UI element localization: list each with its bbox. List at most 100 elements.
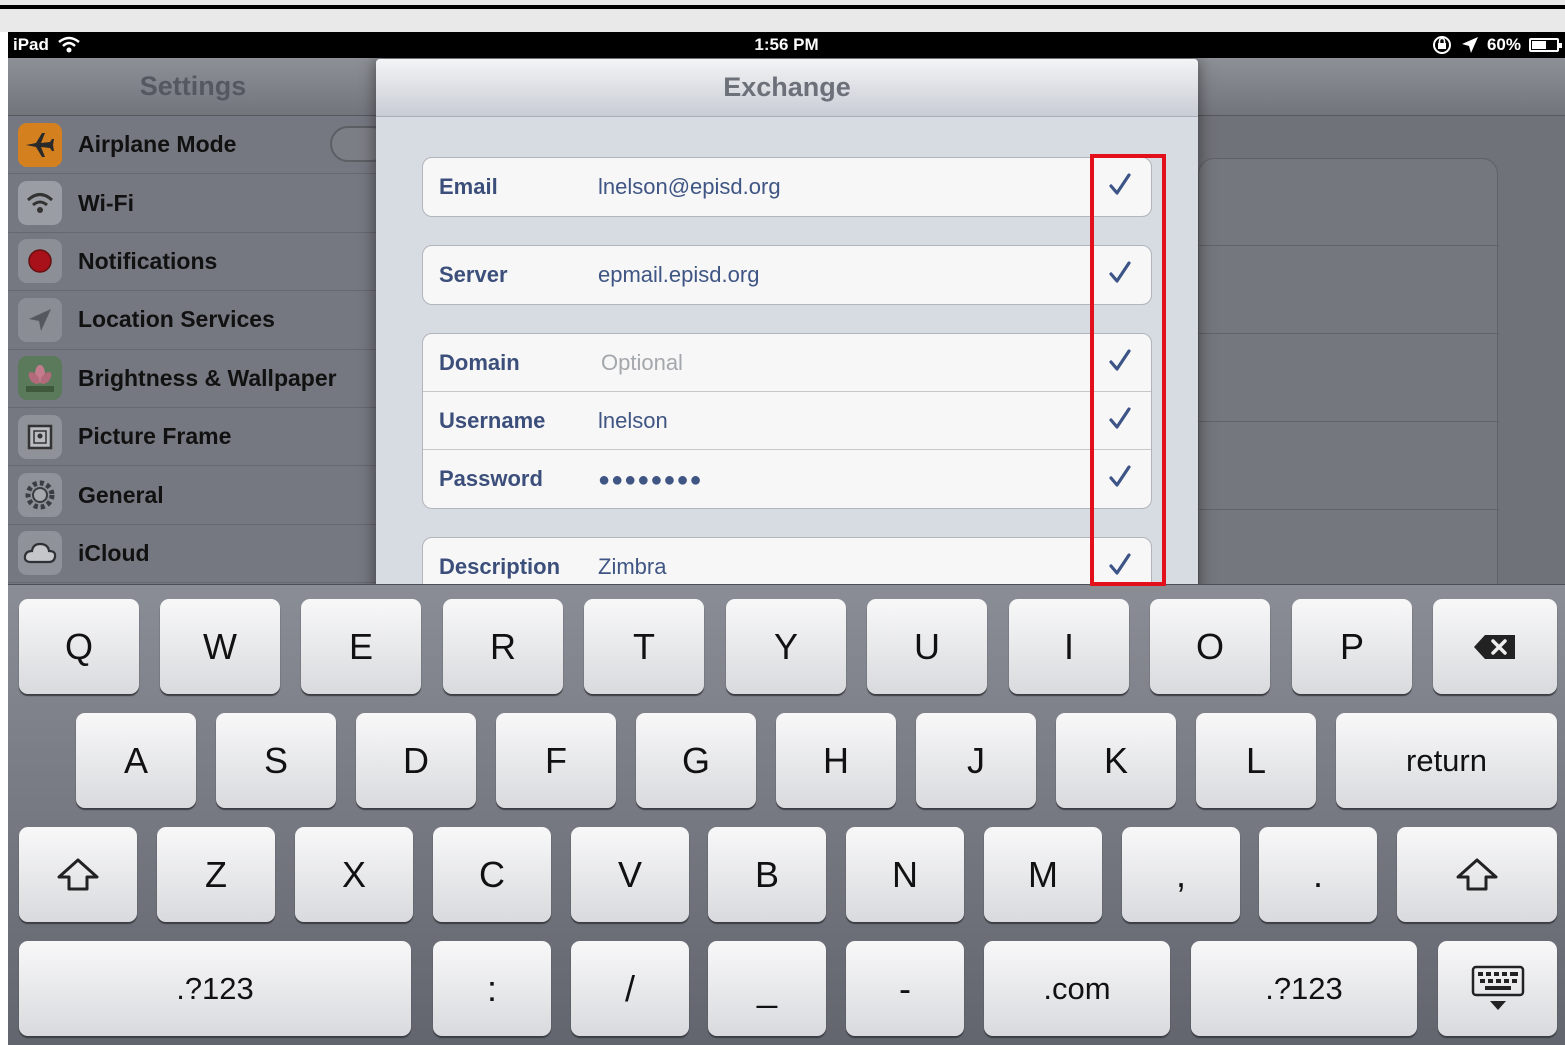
settings-sidebar: Settings Airplane Mode Wi-Fi Notificatio… [8,58,390,584]
sidebar-item-label: General [78,481,164,508]
shift-left-key[interactable] [19,827,137,922]
key-comma[interactable]: , [1122,827,1240,922]
picture-frame-icon [18,414,62,459]
frame-line [0,5,1565,9]
hide-keyboard-icon [1471,965,1524,1010]
server-field[interactable]: Server epmail.episd.org [423,246,1151,304]
key-k[interactable]: K [1056,713,1176,808]
return-key[interactable]: return [1336,713,1557,808]
email-field[interactable]: Email lnelson@episd.org [423,158,1151,216]
battery-icon [1529,38,1562,52]
status-time: 1:56 PM [754,35,819,54]
key-q[interactable]: Q [19,599,139,694]
location-arrow-icon [1461,37,1478,53]
key-e[interactable]: E [301,599,421,694]
email-group: Email lnelson@episd.org [422,157,1152,217]
key-dash[interactable]: - [846,941,964,1036]
location-icon [18,297,62,342]
settings-item-airplane-mode[interactable]: Airplane Mode [8,116,390,175]
domain-placeholder[interactable]: Optional [601,334,683,392]
backspace-icon [1474,634,1515,659]
key-m[interactable]: M [984,827,1102,922]
exchange-modal: Exchange Email lnelson@episd.org Server … [376,59,1198,599]
key-c[interactable]: C [433,827,551,922]
username-label: Username [439,408,546,433]
key-l[interactable]: L [1196,713,1316,808]
backspace-key[interactable] [1433,599,1557,694]
checkmark-highlight-box [1090,154,1166,586]
wifi-icon [18,181,62,226]
sidebar-item-label: Wi-Fi [78,189,134,216]
airplane-icon [18,122,62,167]
sidebar-item-label: Location Services [78,306,275,333]
shift-icon [1456,858,1498,890]
key-t[interactable]: T [584,599,704,694]
battery-percent: 60% [1486,35,1521,54]
key-y[interactable]: Y [726,599,846,694]
key-u[interactable]: U [867,599,987,694]
sidebar-item-label: Picture Frame [78,423,232,450]
key-z[interactable]: Z [157,827,275,922]
email-label: Email [439,174,498,199]
key-x[interactable]: X [295,827,413,922]
server-label: Server [439,262,508,287]
key-a[interactable]: A [76,713,196,808]
username-value[interactable]: lnelson [598,392,668,450]
sidebar-item-label: Brightness & Wallpaper [78,364,337,391]
cloud-icon [18,531,62,576]
settings-item-location-services[interactable]: Location Services [8,291,378,350]
domain-label: Domain [439,350,520,375]
password-label: Password [439,466,543,491]
server-value[interactable]: epmail.episd.org [598,246,759,304]
key-p[interactable]: P [1292,599,1412,694]
key-n[interactable]: N [846,827,964,922]
key-period[interactable]: . [1259,827,1377,922]
dotcom-key[interactable]: .com [984,941,1170,1036]
settings-title: Settings [8,58,378,116]
top-frame [0,0,1565,32]
email-value[interactable]: lnelson@episd.org [598,158,781,216]
key-h[interactable]: H [776,713,896,808]
key-r[interactable]: R [443,599,563,694]
settings-item-brightness-wallpaper[interactable]: Brightness & Wallpaper [8,350,378,408]
credentials-group: Domain Optional Username lnelson Passwor… [422,333,1152,509]
key-f[interactable]: F [496,713,616,808]
key-w[interactable]: W [160,599,280,694]
key-colon[interactable]: : [433,941,551,1036]
numbers-key-right[interactable]: .?123 [1191,941,1417,1036]
key-i[interactable]: I [1009,599,1129,694]
settings-item-notifications[interactable]: Notifications [8,233,378,292]
settings-item-picture-frame[interactable]: Picture Frame [8,408,378,467]
ipad-screen: iPad 1:56 PM 60% Settings Airplane Mode … [8,32,1565,1045]
status-bar: iPad 1:56 PM 60% [8,32,1565,58]
settings-item-general[interactable]: General [8,466,378,525]
key-s[interactable]: S [216,713,336,808]
key-underscore[interactable]: _ [708,941,826,1036]
key-d[interactable]: D [356,713,476,808]
key-v[interactable]: V [571,827,689,922]
key-o[interactable]: O [1150,599,1270,694]
username-field[interactable]: Username lnelson [423,392,1151,450]
hide-keyboard-key[interactable] [1438,941,1557,1036]
settings-item-wifi[interactable]: Wi-Fi [8,174,378,233]
key-slash[interactable]: / [571,941,689,1036]
notifications-icon [18,239,62,284]
shift-icon [57,858,99,890]
server-group: Server epmail.episd.org [422,245,1152,305]
settings-item-icloud[interactable]: iCloud [8,525,378,584]
detail-card [1198,158,1499,598]
domain-field[interactable]: Domain Optional [423,334,1151,392]
key-b[interactable]: B [708,827,826,922]
password-value[interactable]: ●●●●●●●● [598,451,703,508]
modal-title: Exchange [376,59,1198,117]
numbers-key-left[interactable]: .?123 [19,941,411,1036]
onscreen-keyboard: Q W E R T Y U I O P A S D F G H J K L re… [8,584,1565,1045]
flower-icon [18,356,62,401]
sidebar-item-label: iCloud [78,539,150,566]
key-j[interactable]: J [916,713,1036,808]
password-field[interactable]: Password ●●●●●●●● [423,450,1151,508]
shift-right-key[interactable] [1397,827,1557,922]
sidebar-item-label: Notifications [78,247,218,274]
sidebar-item-label: Airplane Mode [78,131,237,158]
key-g[interactable]: G [636,713,756,808]
